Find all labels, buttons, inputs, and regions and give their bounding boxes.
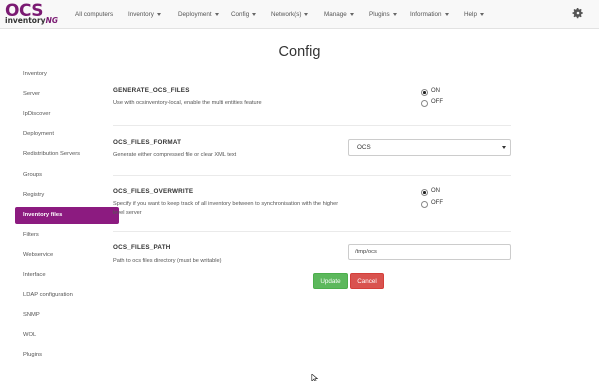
nav-item-label: Information (410, 11, 442, 18)
radio-unchecked-icon (421, 100, 428, 107)
nav-item-label: Network(s) (271, 11, 302, 18)
divider (113, 231, 511, 232)
ocs-files-path-desc: Path to ocs files directory (must be wri… (113, 258, 222, 264)
nav-item-label: Inventory (128, 11, 154, 18)
logo-ng-text: NG (45, 16, 58, 25)
top-navbar: OCS inventoryNG All computers Inventory De… (0, 0, 599, 29)
radio-unchecked-icon (421, 201, 428, 208)
radio-checked-icon (421, 189, 428, 196)
sidebar-item-snmp[interactable]: SNMP (15, 307, 119, 324)
radio-checked-icon (421, 89, 428, 96)
sidebar-item-server[interactable]: Server (15, 86, 119, 103)
sidebar-item-ldap-configuration[interactable]: LDAP configuration (15, 287, 119, 304)
nav-item-help[interactable]: Help (464, 0, 484, 29)
select-value: OCS (357, 144, 371, 151)
nav-item-deployment[interactable]: Deployment (178, 0, 219, 29)
caret-down-icon (214, 12, 219, 16)
logo-inventory-text: inventory (5, 16, 46, 25)
caret-down-icon (304, 12, 309, 16)
divider (113, 175, 511, 176)
nav-item-label: Plugins (369, 11, 390, 18)
ocs-files-format-select[interactable]: OCS (348, 139, 511, 156)
nav-item-label: Manage (324, 11, 347, 18)
generate-off-label: OFF (431, 99, 443, 105)
nav-item-label: Deployment (178, 11, 212, 18)
sidebar-item-redistribution-servers[interactable]: Redistribution Servers (15, 146, 119, 163)
sidebar-item-inventory[interactable]: Inventory (15, 66, 119, 83)
sidebar-item-webservice[interactable]: Webservice (15, 247, 119, 264)
nav-item-label: Config (231, 11, 250, 18)
generate-on-label: ON (431, 88, 440, 94)
sidebar-item-inventory-files[interactable]: Inventory files (15, 206, 119, 224)
ocs-files-overwrite-desc: Specify if you want to keep track of all… (113, 201, 339, 216)
gear-icon[interactable] (572, 7, 584, 19)
nav-item-label: All computers (75, 11, 114, 18)
caret-down-icon (156, 12, 161, 16)
sidebar-item-groups[interactable]: Groups (15, 167, 119, 184)
nav-item-inventory[interactable]: Inventory (128, 0, 161, 29)
sidebar-item-interface[interactable]: Interface (15, 267, 119, 284)
ocs-files-path-name: OCS_FILES_PATH (113, 244, 171, 251)
sidebar-item-plugins[interactable]: Plugins (15, 347, 119, 364)
ocs-files-format-desc: Generate either compressed file or clear… (113, 152, 237, 158)
nav-item-all-computers[interactable]: All computers (75, 0, 113, 29)
sidebar-item-filters[interactable]: Filters (15, 227, 119, 244)
nav-item-label: Help (464, 11, 477, 18)
sidebar-item-deployment[interactable]: Deployment (15, 126, 119, 143)
sidebar-item-wol[interactable]: WOL (15, 327, 119, 344)
page-title: Config (278, 44, 321, 60)
chevron-down-icon (502, 146, 506, 149)
mouse-cursor-icon (311, 374, 319, 381)
generate-ocs-files-desc: Use with ocsinventory-local, enable the … (113, 100, 262, 106)
sidebar-item-registry[interactable]: Registry (15, 187, 119, 204)
sidebar-item-ipdiscover[interactable]: IpDiscover (15, 106, 119, 123)
nav-item-network-s[interactable]: Network(s) (271, 0, 309, 29)
cancel-button[interactable]: Cancel (350, 273, 384, 289)
overwrite-off-label: OFF (431, 200, 443, 206)
nav-item-manage[interactable]: Manage (324, 0, 354, 29)
caret-down-icon (444, 12, 449, 16)
ocs-files-overwrite-name: OCS_FILES_OVERWRITE (113, 188, 194, 195)
overwrite-on-label: ON (431, 188, 440, 194)
divider (113, 125, 511, 126)
nav-item-config[interactable]: Config (231, 0, 257, 29)
caret-down-icon (349, 12, 354, 16)
caret-down-icon (392, 12, 397, 16)
caret-down-icon (252, 12, 257, 16)
ocs-files-path-input[interactable]: /tmp/ocs (348, 244, 511, 260)
update-button[interactable]: Update (313, 273, 348, 289)
nav-item-information[interactable]: Information (410, 0, 449, 29)
caret-down-icon (479, 12, 484, 16)
ocs-files-format-name: OCS_FILES_FORMAT (113, 139, 182, 146)
nav-item-plugins[interactable]: Plugins (369, 0, 397, 29)
generate-ocs-files-name: GENERATE_OCS_FILES (113, 87, 190, 94)
ocs-logo[interactable]: OCS inventoryNG (5, 1, 65, 25)
